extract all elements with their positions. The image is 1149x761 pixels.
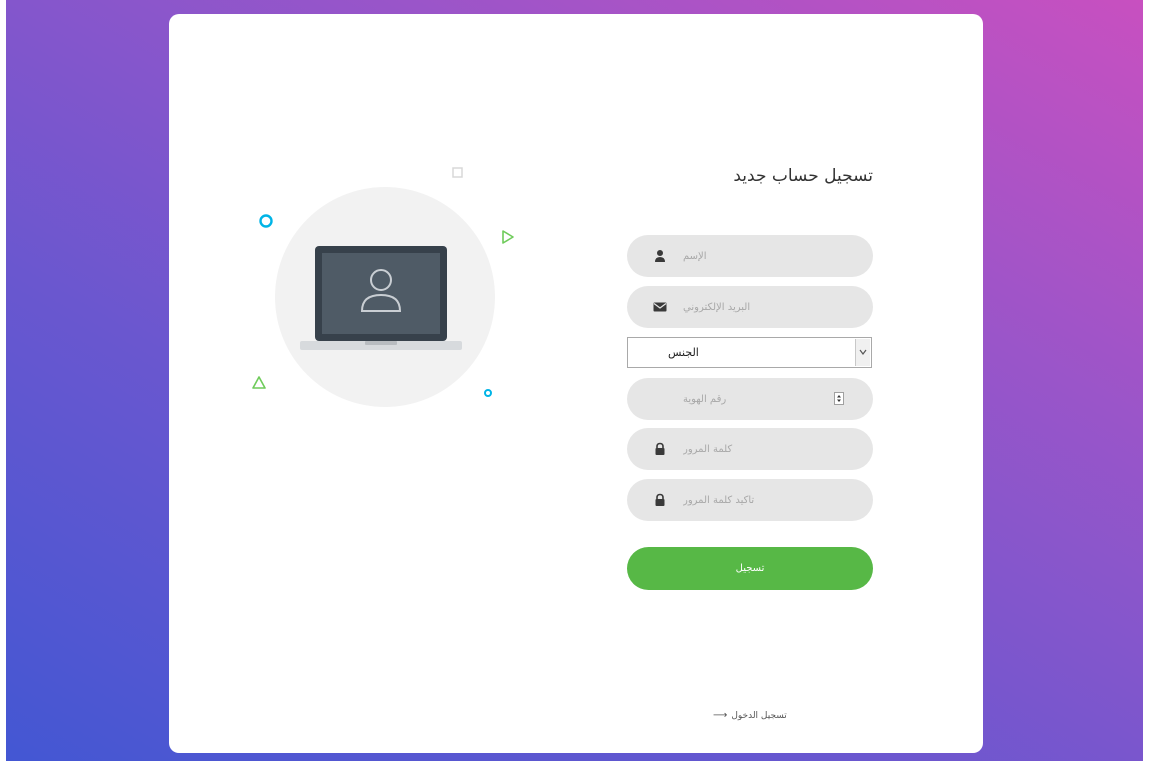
gender-select-value: الجنس (668, 346, 699, 359)
number-spinner[interactable] (834, 392, 844, 405)
email-input[interactable] (627, 286, 873, 328)
name-input[interactable] (627, 235, 873, 277)
decor-triangle-up-icon (252, 376, 266, 389)
confirm-password-input[interactable] (627, 479, 873, 521)
id-number-field (627, 378, 873, 420)
confirm-password-field (627, 479, 873, 521)
gender-select[interactable]: الجنس (627, 337, 872, 368)
login-link-label: تسجيل الدخول (731, 710, 787, 721)
decor-square-icon (452, 167, 463, 178)
register-button[interactable]: تسجيل (627, 547, 873, 590)
chevron-down-icon (859, 349, 867, 355)
form-title: تسجيل حساب جديد (733, 166, 873, 186)
gender-select-arrow[interactable] (855, 339, 870, 366)
password-input[interactable] (627, 428, 873, 470)
decor-circle-large-icon (259, 214, 273, 228)
register-card: تسجيل حساب جديد الجنس (169, 14, 983, 753)
spinner-arrows-icon (837, 395, 841, 402)
laptop-illustration-icon (300, 246, 462, 350)
name-field (627, 235, 873, 277)
arrow-right-icon: ⟶ (713, 710, 728, 721)
decor-circle-small-icon (484, 389, 492, 397)
login-link[interactable]: تسجيل الدخول ⟶ (713, 710, 787, 721)
decor-triangle-right-icon (502, 230, 514, 244)
password-field (627, 428, 873, 470)
email-field (627, 286, 873, 328)
